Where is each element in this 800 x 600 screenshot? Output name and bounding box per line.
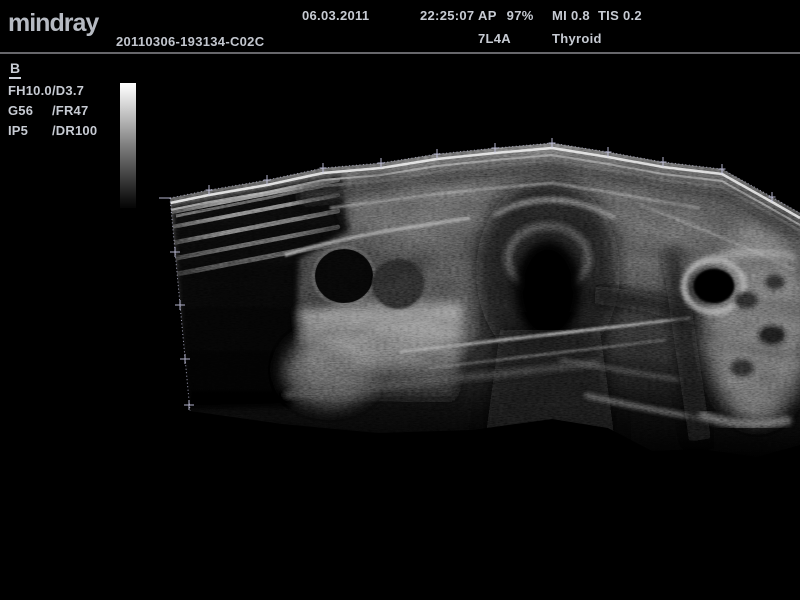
ultrasound-image-area[interactable] bbox=[0, 54, 800, 600]
ultrasound-scan bbox=[0, 54, 800, 600]
mi-value: MI 0.8 bbox=[552, 8, 590, 23]
acoustic-power: AP 97% bbox=[478, 8, 534, 23]
acoustic-power-value: 97% bbox=[507, 8, 534, 23]
probe-name: 7L4A bbox=[478, 31, 511, 46]
scan-fan bbox=[140, 130, 800, 470]
mi-tis-readout: MI 0.8 TIS 0.2 bbox=[552, 8, 642, 23]
exam-date: 06.03.2011 bbox=[302, 8, 369, 23]
brand-logo: mindray bbox=[8, 9, 98, 38]
ultrasound-screen: mindray 20110306-193134-C02C 06.03.2011 … bbox=[0, 0, 800, 600]
acoustic-power-label: AP bbox=[478, 8, 497, 23]
exam-time: 22:25:07 bbox=[420, 8, 474, 23]
exam-preset: Thyroid bbox=[552, 31, 602, 46]
exam-id: 20110306-193134-C02C bbox=[116, 34, 264, 49]
tis-value: TIS 0.2 bbox=[598, 8, 642, 23]
